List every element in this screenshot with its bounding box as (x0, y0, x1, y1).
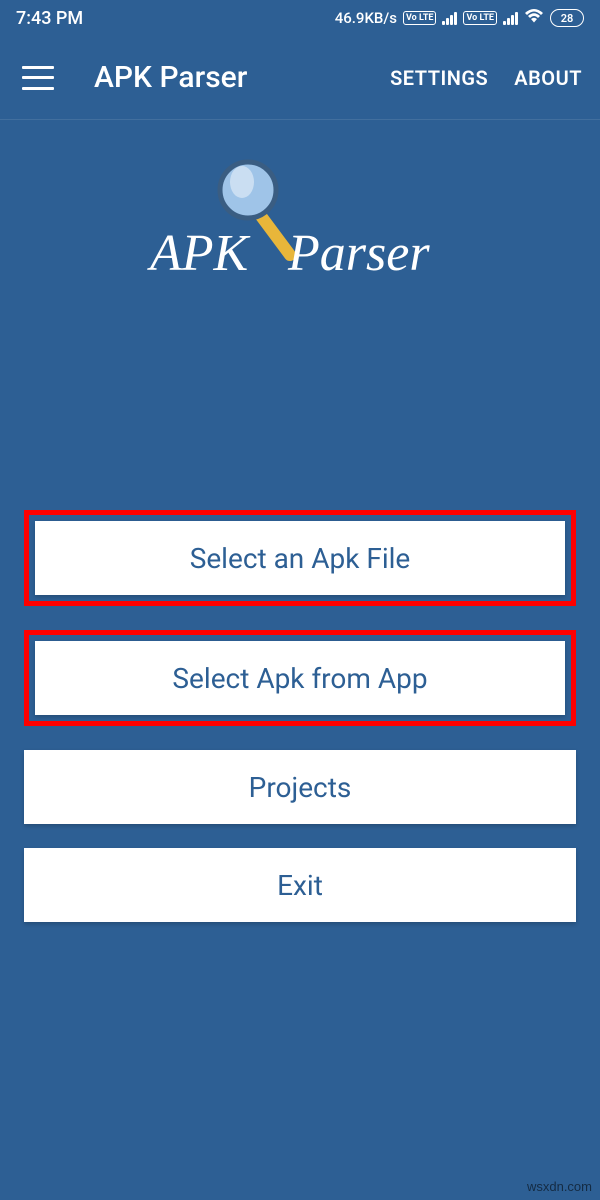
hamburger-menu-icon[interactable] (22, 66, 54, 90)
watermark: wsxdn.com (527, 1179, 592, 1194)
status-net-speed: 46.9KB/s (335, 9, 397, 27)
exit-button[interactable]: Exit (24, 848, 576, 922)
app-title: APK Parser (94, 60, 390, 95)
status-right-cluster: 46.9KB/s Vo LTE Vo LTE 28 (335, 8, 584, 28)
row-projects: Projects (24, 750, 576, 824)
logo-text-parser: Parser (287, 225, 430, 282)
volte-icon-2: Vo LTE (463, 11, 497, 25)
select-apk-from-app-button[interactable]: Select Apk from App (35, 641, 565, 715)
status-bar: 7:43 PM 46.9KB/s Vo LTE Vo LTE 28 (0, 0, 600, 36)
status-time: 7:43 PM (16, 8, 335, 29)
about-button[interactable]: ABOUT (514, 66, 582, 90)
projects-button[interactable]: Projects (24, 750, 576, 824)
signal-icon-2 (503, 11, 518, 25)
main-button-column: Select an Apk File Select Apk from App P… (24, 510, 576, 922)
appbar-actions: SETTINGS ABOUT (390, 66, 582, 90)
settings-button[interactable]: SETTINGS (390, 66, 488, 90)
highlight-select-file: Select an Apk File (24, 510, 576, 606)
row-exit: Exit (24, 848, 576, 922)
signal-icon-1 (442, 11, 457, 25)
volte-icon-1: Vo LTE (403, 11, 437, 25)
battery-icon: 28 (550, 9, 584, 27)
wifi-icon (524, 8, 544, 28)
app-logo: APK Parser (0, 140, 600, 310)
logo-text-apk: APK (147, 225, 251, 282)
app-bar: APK Parser SETTINGS ABOUT (0, 36, 600, 120)
highlight-select-from-app: Select Apk from App (24, 630, 576, 726)
select-apk-file-button[interactable]: Select an Apk File (35, 521, 565, 595)
